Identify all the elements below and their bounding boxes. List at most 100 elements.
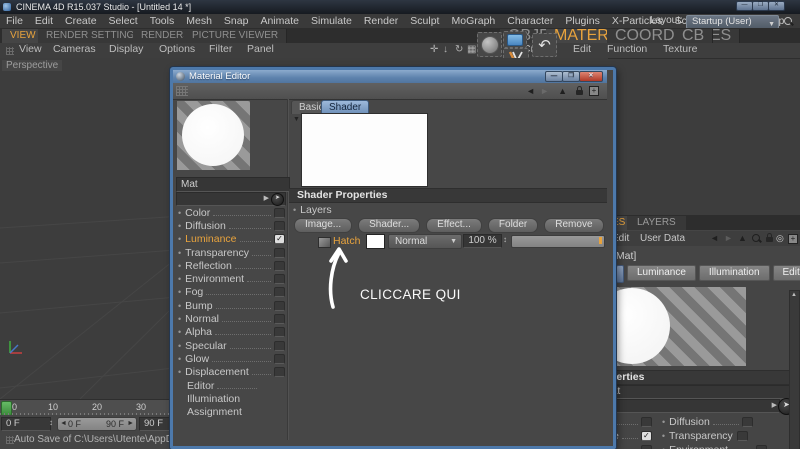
channel-diffusion[interactable]: Diffusion (173, 219, 285, 232)
remove-button[interactable]: Remove (544, 218, 604, 233)
rotate-icon[interactable]: ↻ (455, 44, 463, 55)
scroll-up-icon[interactable]: ▲ (791, 292, 797, 298)
mmenu-function[interactable]: Function (600, 43, 654, 55)
material-preview[interactable] (177, 101, 250, 170)
lock-icon[interactable] (766, 233, 773, 242)
channel-checkbox[interactable] (641, 445, 652, 449)
me-minimize-button[interactable]: — (545, 71, 563, 82)
arrow-up-icon[interactable]: ▲ (738, 231, 747, 246)
vmenu-filter[interactable]: Filter (202, 43, 239, 55)
mode-button-illumination[interactable]: Illumination (698, 265, 770, 281)
close-button[interactable]: ✕ (768, 1, 785, 11)
channel-luminance[interactable]: Luminance✓ (173, 233, 285, 246)
range-left-arrow-icon[interactable]: ◄ (60, 418, 67, 430)
channel-reflection[interactable]: Reflection (173, 259, 285, 272)
channel-checkbox[interactable] (274, 327, 285, 338)
shader-preview[interactable] (301, 113, 428, 187)
vmenu-display[interactable]: Display (102, 43, 150, 55)
preview-type-field[interactable]: ▶ ➤ (176, 192, 286, 206)
me-close-button[interactable]: ✕ (579, 71, 603, 82)
attr-scrollbar[interactable]: ▲ (789, 290, 800, 449)
material-name-field[interactable]: Mat (176, 177, 290, 192)
shader-button[interactable]: Shader... (358, 218, 421, 233)
mode-button-sliver[interactable] (616, 265, 624, 283)
tab-shader[interactable]: Shader (321, 100, 370, 114)
expand-arrow-icon[interactable]: ▶ (264, 194, 269, 202)
opacity-stepper-icon[interactable]: ↕ (503, 235, 507, 244)
material-editor-titlebar[interactable]: Material Editor — ❐ ✕ (173, 70, 607, 83)
channel-checkbox[interactable] (641, 417, 652, 427)
panel-icon[interactable]: ▦ (467, 44, 476, 55)
channel-checkbox-checked[interactable]: ✓ (274, 234, 285, 245)
viewport-label[interactable]: Perspective (2, 60, 63, 71)
attr-name-field[interactable]: at (608, 385, 791, 399)
channel-checkbox[interactable] (274, 287, 285, 298)
vmenu-view[interactable]: View (12, 43, 49, 55)
menu-file[interactable]: File (0, 15, 29, 27)
channel-environment[interactable]: Environment (173, 272, 285, 285)
channel-checkbox[interactable] (736, 431, 748, 441)
channel-assignment[interactable]: Assignment (173, 405, 285, 418)
vmenu-options[interactable]: Options (152, 43, 202, 55)
menu-mesh[interactable]: Mesh (180, 15, 218, 27)
channel-normal[interactable]: Normal (173, 312, 285, 325)
channel-bump[interactable]: Bump (173, 299, 285, 312)
add-cube-icon[interactable] (503, 31, 527, 48)
maximize-button[interactable]: ❐ (752, 1, 769, 11)
menu-character[interactable]: Character (501, 15, 559, 27)
channel-transparency[interactable]: Transparency (173, 246, 285, 259)
channel-checkbox[interactable] (274, 207, 285, 218)
menu-plugins[interactable]: Plugins (559, 15, 605, 27)
channel-fog[interactable]: Fog (173, 286, 285, 299)
channel-checkbox[interactable] (274, 367, 285, 378)
channel-checkbox[interactable] (274, 274, 285, 285)
channel-checkbox[interactable] (741, 417, 753, 427)
channel-checkbox[interactable] (274, 314, 285, 325)
channel-checkbox-checked[interactable]: ✓ (640, 431, 652, 441)
move-icon[interactable]: ✛ (430, 44, 438, 55)
menu-sculpt[interactable]: Sculpt (404, 15, 445, 27)
frame-range-slider[interactable]: ◄ 0 F 90 F ► (57, 417, 137, 431)
vmenu-panel[interactable]: Panel (240, 43, 281, 55)
history-back-icon[interactable]: ◄ (710, 231, 719, 246)
channel-checkbox[interactable] (756, 445, 768, 449)
channel-checkbox[interactable] (274, 340, 285, 351)
frame-stepper-icon[interactable]: ↕ (49, 418, 53, 427)
new-window-icon[interactable]: + (589, 86, 599, 96)
search-icon[interactable] (784, 17, 792, 25)
menu-tools[interactable]: Tools (144, 15, 181, 27)
arrow-down-icon[interactable]: ↓ (443, 44, 448, 55)
minimize-button[interactable]: — (736, 1, 753, 11)
me-maximize-button[interactable]: ❐ (562, 71, 580, 82)
nav-forward-icon[interactable]: ► (540, 86, 549, 96)
mode-button-editor[interactable]: Editor (772, 265, 800, 281)
menu-mograph[interactable]: MoGraph (445, 15, 501, 27)
history-forward-icon[interactable]: ► (724, 231, 733, 246)
channel-color[interactable]: Color (173, 206, 285, 219)
menu-snap[interactable]: Snap (218, 15, 255, 27)
menu-simulate[interactable]: Simulate (305, 15, 358, 27)
expand-arrow-icon[interactable]: ▶ (772, 401, 777, 409)
menu-render[interactable]: Render (358, 15, 404, 27)
channel-checkbox[interactable] (274, 300, 285, 311)
mmenu-texture[interactable]: Texture (656, 43, 704, 55)
channel-illumination[interactable]: Illumination (173, 392, 285, 405)
attr-preview-type-field[interactable]: ▶ (608, 399, 780, 413)
target-icon[interactable]: ◎ (776, 231, 784, 246)
nav-up-icon[interactable]: ▲ (558, 86, 567, 96)
slider-handle[interactable] (599, 237, 602, 244)
menu-animate[interactable]: Animate (254, 15, 305, 27)
search-icon[interactable] (752, 234, 760, 242)
attr-menu-userdata[interactable]: User Data (640, 231, 685, 246)
attr-material-preview[interactable] (594, 287, 746, 366)
collapse-triangle-icon[interactable]: ▼ (293, 116, 300, 123)
menu-select[interactable]: Select (103, 15, 144, 27)
effect-button[interactable]: Effect... (426, 218, 482, 233)
opacity-field[interactable]: 100 % (463, 234, 502, 248)
channel-alpha[interactable]: Alpha (173, 326, 285, 339)
channel-specular[interactable]: Specular (173, 339, 285, 352)
channel-displacement[interactable]: Displacement (173, 366, 285, 379)
tab-picture-viewer[interactable]: PICTURE VIEWER (184, 29, 288, 43)
menu-create[interactable]: Create (59, 15, 103, 27)
mmenu-edit[interactable]: Edit (566, 43, 598, 55)
